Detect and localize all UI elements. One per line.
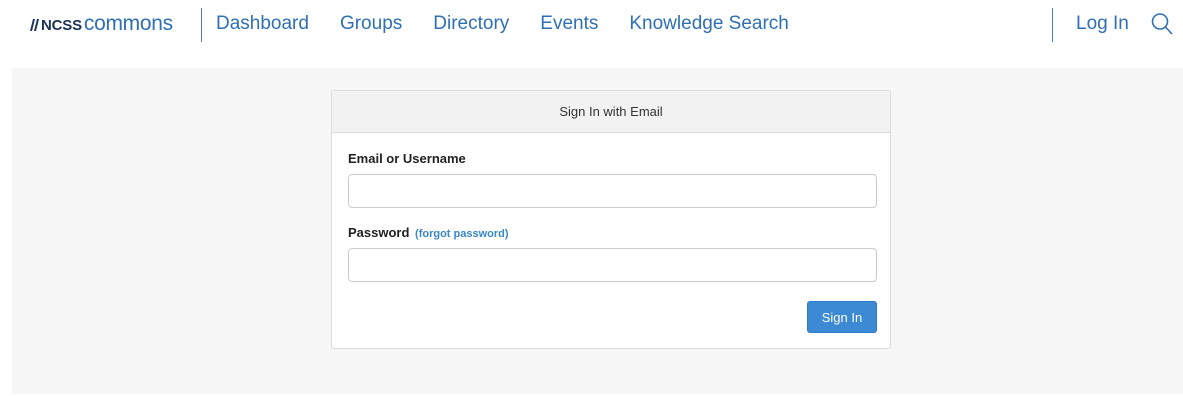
sign-in-button[interactable]: Sign In xyxy=(807,301,877,333)
password-input[interactable] xyxy=(348,248,877,282)
email-input[interactable] xyxy=(348,174,877,208)
login-link[interactable]: Log In xyxy=(1076,12,1129,36)
search-icon[interactable] xyxy=(1151,12,1173,36)
nav-link-dashboard[interactable]: Dashboard xyxy=(216,12,309,36)
nav-link-knowledge-search[interactable]: Knowledge Search xyxy=(629,12,789,36)
search-icon-glyph xyxy=(1151,13,1173,35)
nav-link-events[interactable]: Events xyxy=(540,12,598,36)
ncss-commons-logo[interactable]: NCSS commons xyxy=(30,12,173,36)
nav-divider-left xyxy=(201,8,202,42)
email-label: Email or Username xyxy=(348,151,466,166)
nav-link-directory[interactable]: Directory xyxy=(433,12,509,36)
top-navigation-bar: NCSS commons Dashboard Groups Directory … xyxy=(0,0,1183,52)
logo-mark-icon xyxy=(30,19,39,31)
password-label: Password xyxy=(348,225,410,240)
main-nav-links: Dashboard Groups Directory Events Knowle… xyxy=(216,12,820,36)
forgot-password-link[interactable]: (forgot password) xyxy=(415,228,509,240)
logo-text-bold: NCSS xyxy=(41,17,82,34)
logo-text-light: commons xyxy=(83,12,173,35)
password-label-row: Password (forgot password) xyxy=(348,225,509,240)
signin-panel: Sign In with Email Email or Username Pas… xyxy=(331,90,891,349)
signin-panel-header: Sign In with Email xyxy=(332,91,890,133)
nav-divider-right xyxy=(1052,8,1053,42)
nav-link-groups[interactable]: Groups xyxy=(340,12,402,36)
